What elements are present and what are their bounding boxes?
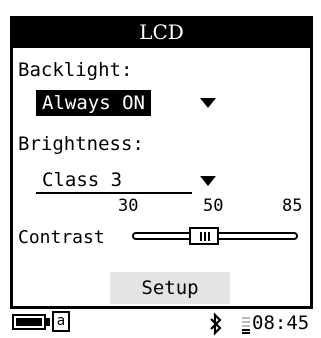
signal-icon	[242, 317, 250, 334]
frame-left-border	[10, 48, 13, 306]
brightness-label: Brightness:	[18, 133, 144, 155]
battery-icon	[12, 314, 46, 330]
brightness-dropdown[interactable]: Class 3	[36, 168, 226, 196]
backlight-label: Backlight:	[18, 59, 133, 81]
input-mode-indicator: a	[52, 311, 70, 332]
contrast-label: Contrast	[18, 227, 105, 248]
contrast-tick-mid: 50	[203, 196, 224, 216]
window-title: LCD	[139, 20, 184, 44]
chevron-down-icon	[200, 98, 216, 108]
contrast-slider-thumb[interactable]	[189, 227, 219, 245]
lcd-settings-screen: LCD Backlight: Always ON Brightness: Cla…	[0, 0, 321, 338]
clock-time: 08:45	[252, 312, 310, 334]
contrast-tick-min: 30	[118, 196, 139, 216]
contrast-tick-max: 85	[282, 196, 303, 216]
status-bar-divider	[10, 306, 313, 309]
setup-button[interactable]: Setup	[110, 272, 230, 304]
backlight-value: Always ON	[36, 90, 151, 116]
backlight-dropdown[interactable]: Always ON	[36, 90, 226, 118]
title-bar: LCD	[10, 16, 313, 48]
chevron-down-icon	[200, 176, 216, 186]
slider-grip-line	[200, 232, 202, 241]
slider-grip-line	[208, 232, 210, 241]
frame-right-border	[310, 48, 313, 306]
brightness-value: Class 3	[36, 168, 192, 194]
battery-tip	[46, 318, 50, 326]
bluetooth-icon	[210, 313, 222, 335]
battery-level-fill	[16, 318, 42, 326]
slider-grip-line	[204, 232, 206, 241]
